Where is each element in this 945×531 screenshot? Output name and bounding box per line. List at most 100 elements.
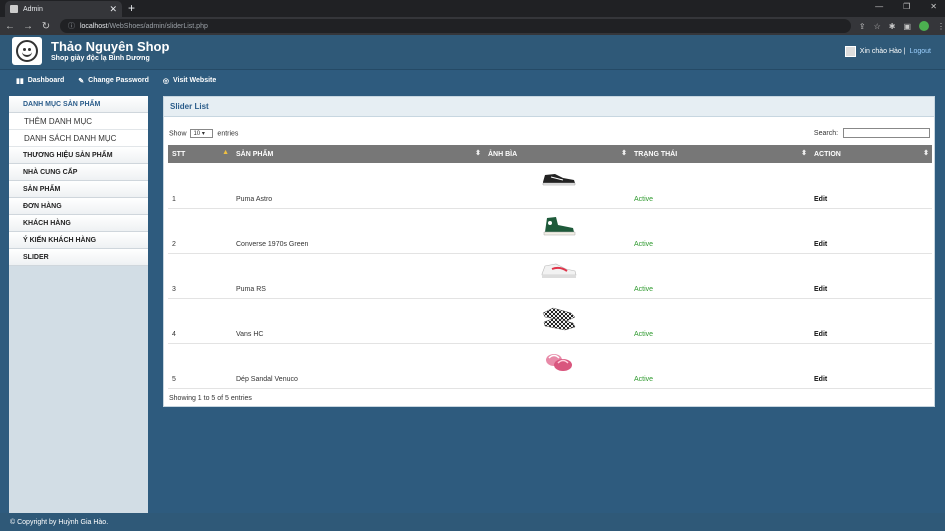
top-nav: ▮▮ Dashboard ✎ Change Password ◎ Visit Webs… [0,71,945,90]
sidebar-item-suppliers[interactable]: NHÀ CUNG CẤP [9,164,148,181]
sidebar-item-products[interactable]: SẢN PHẨM [9,181,148,198]
forward-icon[interactable]: → [20,21,36,32]
address-bar[interactable]: ⓘ localhost/WebShoes/admin/sliderList.ph… [59,19,851,33]
cell-stt: 2 [168,208,232,254]
show-entries: Show 10 ▾ entries [169,128,239,138]
cell-status: Active [630,343,810,389]
sidebar-sub-category-list[interactable]: DANH SÁCH DANH MỤC [9,130,148,147]
sidebar-item-categories[interactable]: DANH MỤC SẢN PHẨM [9,96,148,113]
extensions-icon[interactable]: ✱ [889,22,896,31]
footer: © Copyright by Huỳnh Gia Hào. [0,513,945,531]
sidebar-item-feedback[interactable]: Ý KIẾN KHÁCH HÀNG [9,232,148,249]
logout-link[interactable]: Logout [910,48,931,55]
sort-asc-icon: ▲ [222,149,229,156]
close-tab-icon[interactable]: ✕ [109,4,117,15]
user-area: Xin chào Hào | Logout [844,46,931,57]
profile-avatar[interactable] [919,21,930,31]
reload-icon[interactable]: ↻ [38,21,54,32]
nav-dashboard[interactable]: ▮▮ Dashboard [16,77,64,85]
pink-sandal-icon [484,343,630,389]
nav-change-password[interactable]: ✎ Change Password [78,77,149,85]
sidebar-item-customers[interactable]: KHÁCH HÀNG [9,215,148,232]
edit-link[interactable]: Edit [810,253,932,299]
back-icon[interactable]: ← [2,21,18,32]
tab-title: Admin [23,5,43,13]
edit-link[interactable]: Edit [810,298,932,344]
bookmark-star-icon[interactable]: ☆ [874,22,881,31]
new-tab-icon[interactable]: + [128,1,135,15]
browser-tab-bar: Admin ✕ + — ❐ ✕ [0,0,945,17]
col-product[interactable]: SẢN PHẨM ⬍ [232,145,484,163]
shop-logo[interactable] [12,37,42,65]
edit-link[interactable]: Edit [810,343,932,389]
slider-table: STT ▲ SẢN PHẨM ⬍ ẢNH BÌA ⬍ TRẠNG THÁI ⬍ ACTI… [168,145,932,389]
nav-visit-website[interactable]: ◎ Visit Website [163,77,216,85]
sidebar: DANH MỤC SẢN PHẨM THÊM DANH MỤC DANH SÁC… [9,96,148,514]
share-icon[interactable]: ⇪ [859,22,866,31]
sidebar-item-slider[interactable]: SLIDER [9,249,148,266]
cell-name: Vans HC [232,298,484,344]
restore-icon[interactable]: ❐ [903,2,910,11]
sort-icon: ⬍ [923,150,929,157]
window-controls: — ❐ ✕ [875,2,937,11]
sort-icon: ⬍ [621,150,627,157]
site-header: Thảo Nguyên Shop Shop giày độc lạ Bình D… [0,35,945,70]
cell-stt: 1 [168,163,232,209]
slider-list-panel: Slider List Show 10 ▾ entries Search: ST… [163,96,935,407]
shop-name: Thảo Nguyên Shop [51,39,170,54]
table-row: 5 Dép Sandal Venuco Active Edit [168,343,932,389]
search-label: Search: [813,129,839,137]
col-action[interactable]: ACTION ⬍ [810,145,932,163]
cell-stt: 4 [168,298,232,344]
entries-value: 10 [193,130,201,137]
cell-status: Active [630,163,810,209]
col-label: ẢNH BÌA [488,150,518,158]
cell-status: Active [630,298,810,344]
black-sneaker-icon [484,163,630,209]
nav-label: Change Password [88,77,149,84]
table-row: 4 Vans HC Active Edit [168,298,932,344]
col-label: TRẠNG THÁI [634,150,678,158]
panel-title: Slider List [164,97,934,117]
edit-link[interactable]: Edit [810,208,932,254]
search-input[interactable] [843,128,930,138]
minimize-icon[interactable]: — [875,2,883,11]
entries-select[interactable]: 10 ▾ [190,128,214,138]
nav-label: Visit Website [172,77,217,84]
cell-status: Active [630,208,810,254]
entries-label: entries [217,129,239,137]
sidebar-item-orders[interactable]: ĐƠN HÀNG [9,198,148,215]
table-row: 2 Converse 1970s Green Active Edit [168,208,932,254]
col-stt[interactable]: STT ▲ [168,145,232,163]
col-status[interactable]: TRẠNG THÁI ⬍ [630,145,810,163]
user-icon [844,46,856,57]
green-hightop-icon [484,208,630,254]
close-window-icon[interactable]: ✕ [930,2,937,11]
edit-icon: ✎ [78,77,85,85]
browser-tab[interactable]: Admin ✕ [5,1,122,17]
shop-tagline: Shop giày độc lạ Bình Dương [51,55,150,62]
sidebar-sub-add-category[interactable]: THÊM DANH MỤC [9,113,148,130]
col-cover-image[interactable]: ẢNH BÌA ⬍ [484,145,630,163]
table-row: 1 Puma Astro Active Edit [168,163,932,209]
browser-toolbar: ← → ↻ ⓘ localhost/WebShoes/admin/sliderL… [0,17,945,35]
table-controls: Show 10 ▾ entries Search: [169,127,930,139]
sort-icon: ⬍ [475,150,481,157]
info-icon[interactable]: ⓘ [68,21,75,31]
cell-name: Puma RS [232,253,484,299]
url-path: /WebShoes/admin/sliderList.php [107,22,208,30]
bar-chart-icon: ▮▮ [16,77,24,85]
sidepanel-icon[interactable]: ▣ [903,22,911,31]
cell-status: Active [630,253,810,299]
sort-icon: ⬍ [801,150,807,157]
favicon-icon [10,5,18,13]
col-label: ACTION [814,150,841,158]
col-label: SẢN PHẨM [236,150,274,158]
show-label: Show [169,129,187,137]
globe-icon: ◎ [162,77,169,85]
menu-kebab-icon[interactable]: ⋮ [937,22,945,31]
url-host: localhost [79,22,108,30]
edit-link[interactable]: Edit [810,163,932,209]
greeting: Xin chào Hào | [859,48,906,55]
sidebar-item-brands[interactable]: THƯƠNG HIỆU SẢN PHẨM [9,147,148,164]
